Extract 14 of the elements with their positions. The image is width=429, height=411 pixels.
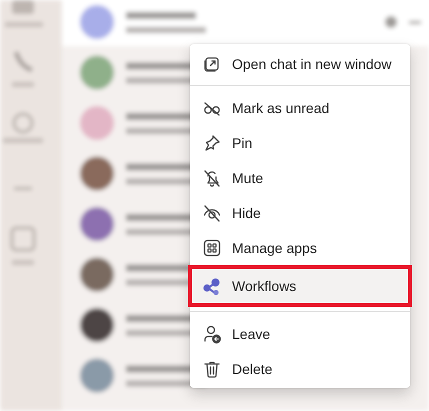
menu-item[interactable]: Manage apps (190, 230, 410, 265)
menu-item[interactable]: Mark as unread (190, 90, 410, 125)
connected-dots-icon (202, 276, 222, 296)
eye-off-icon (202, 202, 222, 222)
menu-item[interactable]: Pin (190, 125, 410, 160)
menu-item[interactable]: Delete (190, 351, 410, 386)
person-leave-icon (202, 324, 222, 344)
menu-item[interactable]: Open chat in new window (190, 46, 410, 81)
apps-grid-icon (202, 238, 222, 258)
menu-item[interactable]: Workflows (192, 269, 408, 303)
menu-item[interactable]: Mute (190, 160, 410, 195)
menu-item[interactable]: Leave (190, 316, 410, 351)
menu-item[interactable]: Hide (190, 195, 410, 230)
bell-off-icon (202, 168, 222, 188)
